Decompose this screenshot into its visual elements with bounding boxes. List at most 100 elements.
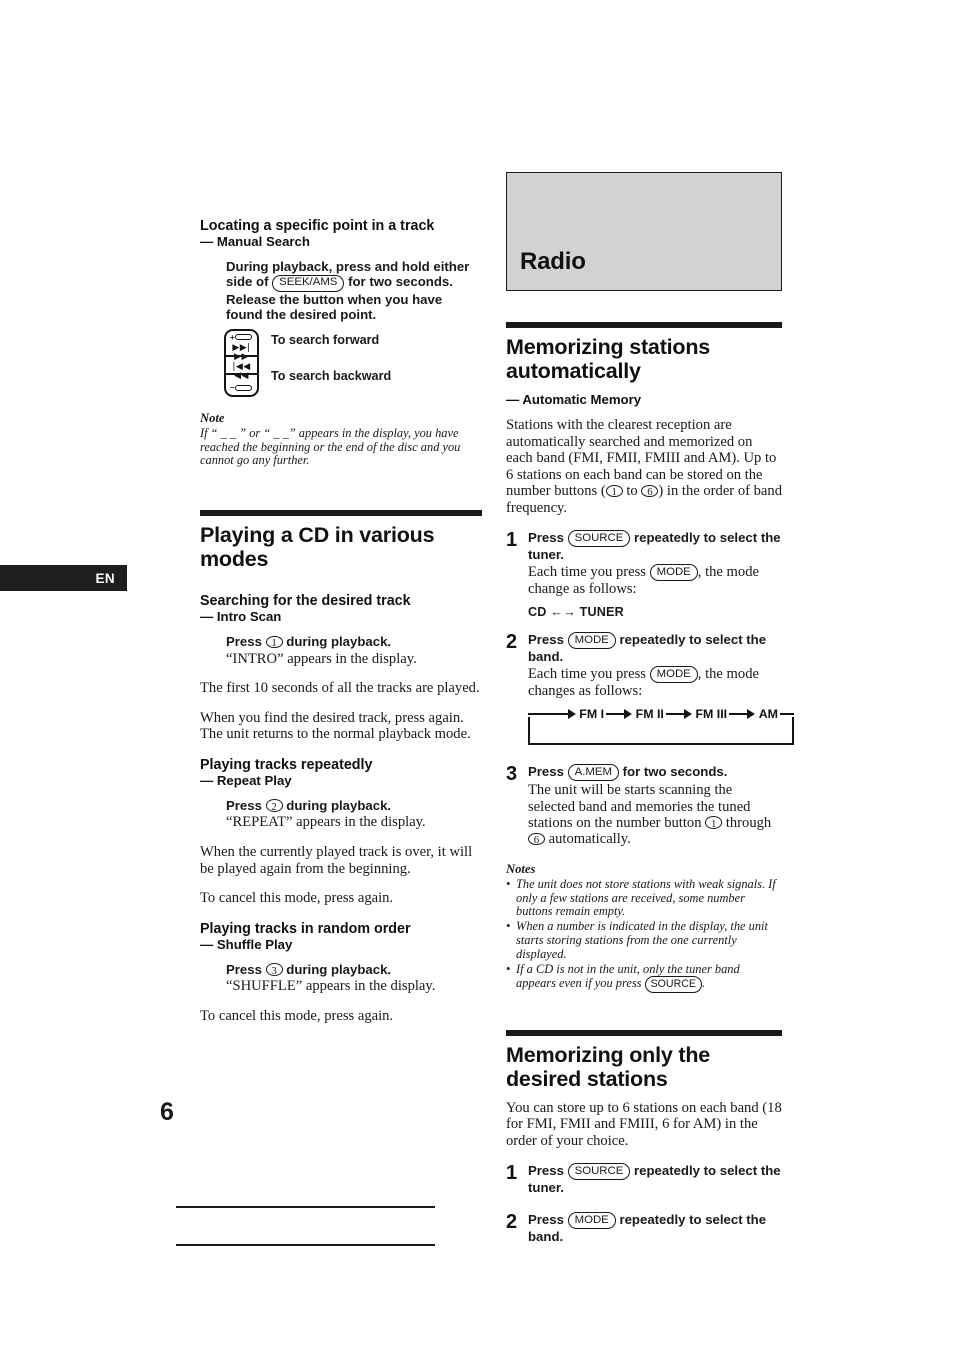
desired-stations-intro: You can store up to 6 stations on each b… [506, 1099, 782, 1149]
repeat-play-paragraph-2: To cancel this mode, press again. [200, 890, 394, 907]
mode-button-label[interactable]: MODE [567, 632, 616, 650]
step-instruction: Press SOURCE repeatedly to select the tu… [528, 530, 782, 563]
forward-arrows-icon: ▶▶| ▶▶ [232, 343, 251, 363]
step-instruction: Press SOURCE repeatedly to select the tu… [528, 1163, 782, 1196]
step-content: Press MODE repeatedly to select the band… [528, 632, 794, 751]
automatic-memory-heading: Memorizing stations automatically [506, 335, 711, 383]
chapter-title: Radio [520, 248, 586, 275]
manual-page: EN 6 Locating a specific point in a trac… [0, 0, 954, 1351]
manual-search-note: Note If “ _ _ ” or “ _ _” appears in the… [200, 411, 482, 468]
press-label: Press [226, 634, 262, 650]
notes-heading: Notes [506, 861, 536, 876]
step-number: 2 [506, 1210, 518, 1233]
number-button-6[interactable]: 6 [528, 832, 545, 846]
during-playback-label: during playback. [286, 961, 392, 977]
step-content: Press SOURCE repeatedly to select the tu… [528, 1163, 782, 1196]
subtext-b: through [725, 814, 772, 831]
rocker-switch-icon: + ▶▶| ▶▶ |◀◀ ◀◀ – [224, 328, 259, 397]
instruction-text-post: repeatedly to select the tuner. [528, 1162, 781, 1196]
desired-stations-heading: Memorizing only the desired stations [506, 1042, 711, 1091]
seek-ams-button-label[interactable]: SEEK/AMS [272, 274, 345, 292]
mode-button-label[interactable]: MODE [649, 666, 698, 684]
various-modes-heading: Playing a CD in various modes [200, 523, 435, 572]
repeat-play-heading: Playing tracks repeatedly [200, 756, 373, 773]
step-2: 2 Press MODE repeatedly to select the ba… [506, 1212, 782, 1245]
step-number: 2 [506, 630, 518, 653]
number-button-1[interactable]: 1 [605, 484, 623, 498]
a-mem-button-label[interactable]: A.MEM [567, 764, 619, 782]
repeat-play-instruction: Press 2 during playback. [226, 798, 482, 813]
step-subtext: Each time you press MODE, the mode chang… [528, 564, 782, 598]
note-item: The unit does not store stations with we… [506, 877, 782, 919]
section-rule-bar [200, 510, 482, 517]
manual-search-subheading: — Manual Search [200, 234, 310, 249]
band-loop-lead-line [528, 712, 560, 715]
number-button-1[interactable]: 1 [265, 635, 283, 648]
arrow-icon [606, 708, 634, 720]
search-forward-label: To search forward [271, 332, 380, 347]
automatic-memory-subheading: — Automatic Memory [506, 392, 642, 407]
source-button-label[interactable]: SOURCE [567, 1163, 631, 1181]
step-number: 3 [506, 762, 518, 785]
manual-search-heading: Locating a specific point in a track [200, 218, 435, 234]
seek-rocker-illustration: + ▶▶| ▶▶ |◀◀ ◀◀ – To search forward To s… [224, 328, 482, 397]
intro-scan-heading: Searching for the desired track [200, 593, 411, 610]
step-content: Press SOURCE repeatedly to select the tu… [528, 530, 782, 619]
number-button-6[interactable]: 6 [641, 484, 659, 498]
during-playback-label: during playback. [286, 797, 392, 813]
instruction-text-post: repeatedly to select the tuner. [528, 529, 781, 563]
arrow-icon [559, 708, 578, 720]
press-label: Press [226, 961, 262, 977]
press-label: Press [528, 1211, 564, 1227]
intro-scan-paragraph-2: When you find the desired track, press a… [200, 709, 471, 743]
plus-sign-icon: + [230, 332, 235, 342]
page-number: 6 [160, 1098, 174, 1126]
mode-button-label[interactable]: MODE [649, 564, 698, 582]
press-label: Press [528, 529, 564, 545]
section-rule-bar [506, 1029, 782, 1036]
shuffle-play-instruction: Press 3 during playback. [226, 962, 482, 977]
language-tab: EN [0, 565, 127, 591]
step-content: Press A.MEM for two seconds. The unit wi… [528, 764, 782, 848]
section-various-modes: Playing a CD in various modes Searching … [200, 510, 482, 1024]
shuffle-play-display-text: “SHUFFLE” appears in the display. [226, 978, 436, 995]
step-subtext: The unit will be starts scanning the sel… [528, 782, 782, 848]
intro-scan-display-text: “INTRO” appears in the display. [226, 650, 417, 667]
mode-button-label[interactable]: MODE [567, 1212, 616, 1230]
subtext-pre: Each time you press [528, 665, 646, 682]
arrow-icon [665, 708, 694, 720]
note-item: If a CD is not in the unit, only the tun… [506, 961, 782, 993]
note-text-pre: If a CD is not in the unit, only the tun… [516, 961, 740, 991]
rocker-top-cap [235, 334, 252, 341]
step-content: Press MODE repeatedly to select the band… [528, 1212, 782, 1245]
step-instruction: Press A.MEM for two seconds. [528, 764, 782, 782]
number-button-2[interactable]: 2 [265, 799, 283, 812]
search-backward-label: To search backward [271, 368, 392, 383]
right-column: Radio Memorizing stations automatically … [506, 172, 794, 1258]
note-item: When a number is indicated in the displa… [506, 919, 782, 961]
note-heading: Note [200, 410, 225, 425]
shuffle-play-heading: Playing tracks in random order [200, 920, 411, 937]
source-button-label[interactable]: SOURCE [644, 976, 702, 993]
step-1: 1 Press SOURCE repeatedly to select the … [506, 530, 782, 619]
subtext-c: automatically. [548, 831, 631, 848]
press-label: Press [528, 631, 564, 647]
fold-line-upper [176, 1206, 435, 1208]
number-button-1[interactable]: 1 [705, 816, 723, 829]
rocker-labels: To search forward To search backward [271, 329, 391, 383]
step-1: 1 Press SOURCE repeatedly to select the … [506, 1163, 782, 1196]
automatic-memory-notes: Notes The unit does not store stations w… [506, 862, 782, 993]
subtext-pre: Each time you press [528, 563, 646, 580]
band-label-fm3: FM III [695, 706, 728, 721]
repeat-play-subheading: — Repeat Play [200, 772, 292, 788]
band-loop-return-path [528, 716, 794, 745]
instruction-text-post: repeatedly to select the band. [528, 631, 767, 665]
source-button-label[interactable]: SOURCE [567, 530, 631, 548]
subsection-repeat-play: Playing tracks repeatedly — Repeat Play … [200, 757, 482, 907]
section-rule-bar [506, 322, 782, 328]
step-2: 2 Press MODE repeatedly to select the ba… [506, 630, 794, 751]
band-label-fm1: FM I [579, 706, 605, 721]
repeat-play-paragraph-1: When the currently played track is over,… [200, 843, 473, 877]
band-label-am: AM [758, 706, 778, 721]
number-button-3[interactable]: 3 [265, 963, 283, 976]
